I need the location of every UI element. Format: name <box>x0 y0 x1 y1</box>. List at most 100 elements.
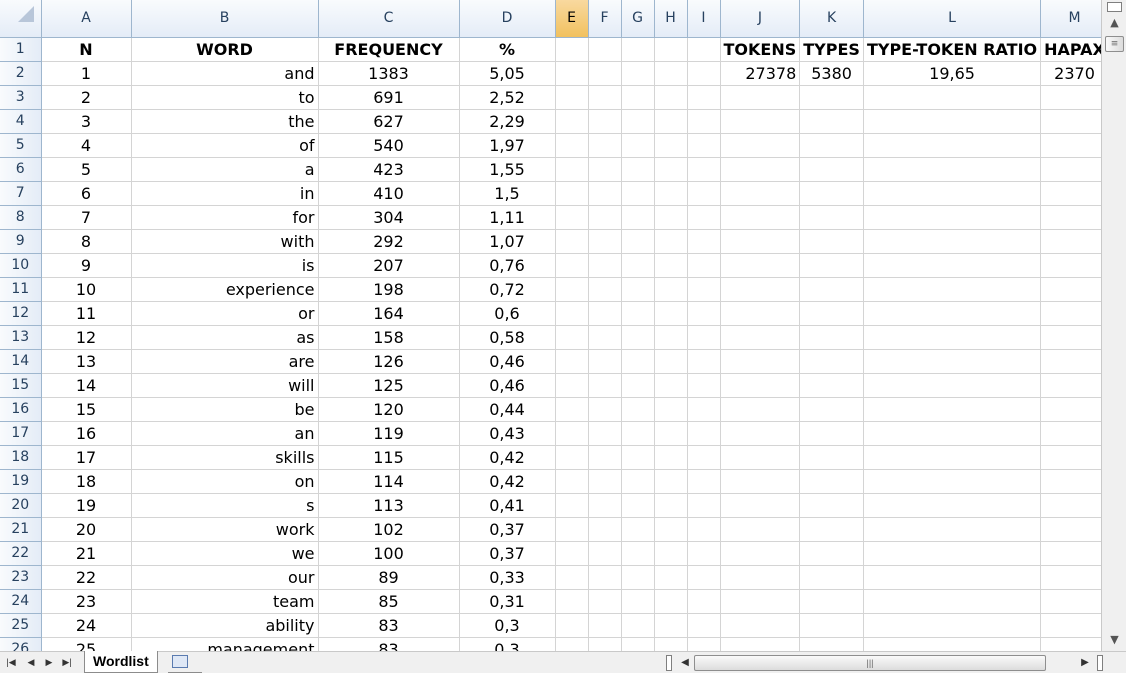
cell-c9[interactable]: 292 <box>318 229 460 254</box>
cell-e6[interactable] <box>555 157 589 182</box>
cell-j4[interactable] <box>720 109 801 134</box>
cell-e18[interactable] <box>555 445 589 470</box>
cell-m13[interactable] <box>1040 325 1109 350</box>
cell-m10[interactable] <box>1040 253 1109 278</box>
cell-k20[interactable] <box>799 493 864 518</box>
cell-l4[interactable] <box>863 109 1042 134</box>
cell-j2[interactable]: 27378 <box>720 61 801 86</box>
cell-j21[interactable] <box>720 517 801 542</box>
cell-l2[interactable]: 19,65 <box>863 61 1042 86</box>
cell-h5[interactable] <box>654 133 688 158</box>
cell-g6[interactable] <box>621 157 655 182</box>
cell-f1[interactable] <box>588 37 622 62</box>
row-header[interactable]: 11 <box>0 277 42 302</box>
cell-c24[interactable]: 85 <box>318 589 460 614</box>
cell-j13[interactable] <box>720 325 801 350</box>
cell-k11[interactable] <box>799 277 864 302</box>
cell-c1[interactable]: FREQUENCY <box>318 37 460 62</box>
cell-g16[interactable] <box>621 397 655 422</box>
cell-d6[interactable]: 1,55 <box>459 157 556 182</box>
cell-a9[interactable]: 8 <box>41 229 132 254</box>
cell-k2[interactable]: 5380 <box>799 61 864 86</box>
cell-d19[interactable]: 0,42 <box>459 469 556 494</box>
cell-l7[interactable] <box>863 181 1042 206</box>
row-header[interactable]: 19 <box>0 469 42 494</box>
cell-m14[interactable] <box>1040 349 1109 374</box>
cell-f25[interactable] <box>588 613 622 638</box>
scroll-down-icon[interactable]: ▼ <box>1104 631 1125 649</box>
cell-m21[interactable] <box>1040 517 1109 542</box>
cell-i8[interactable] <box>687 205 721 230</box>
cell-m4[interactable] <box>1040 109 1109 134</box>
cell-j16[interactable] <box>720 397 801 422</box>
cell-b20[interactable]: s <box>131 493 319 518</box>
cell-b21[interactable]: work <box>131 517 319 542</box>
cell-d11[interactable]: 0,72 <box>459 277 556 302</box>
cell-f22[interactable] <box>588 541 622 566</box>
cell-b3[interactable]: to <box>131 85 319 110</box>
cell-g8[interactable] <box>621 205 655 230</box>
row-header[interactable]: 18 <box>0 445 42 470</box>
cell-f10[interactable] <box>588 253 622 278</box>
cell-m25[interactable] <box>1040 613 1109 638</box>
cell-d8[interactable]: 1,11 <box>459 205 556 230</box>
cell-l20[interactable] <box>863 493 1042 518</box>
row-header[interactable]: 4 <box>0 109 42 134</box>
cell-j3[interactable] <box>720 85 801 110</box>
cell-c20[interactable]: 113 <box>318 493 460 518</box>
cell-b4[interactable]: the <box>131 109 319 134</box>
cell-d15[interactable]: 0,46 <box>459 373 556 398</box>
cell-b19[interactable]: on <box>131 469 319 494</box>
next-sheet-icon[interactable]: ▶ <box>42 654 56 671</box>
cell-g3[interactable] <box>621 85 655 110</box>
sheet-tab-wordlist[interactable]: Wordlist <box>84 651 158 673</box>
cell-a19[interactable]: 18 <box>41 469 132 494</box>
cell-b15[interactable]: will <box>131 373 319 398</box>
cell-c18[interactable]: 115 <box>318 445 460 470</box>
cell-j7[interactable] <box>720 181 801 206</box>
cell-e9[interactable] <box>555 229 589 254</box>
cell-c23[interactable]: 89 <box>318 565 460 590</box>
cell-i6[interactable] <box>687 157 721 182</box>
cell-c12[interactable]: 164 <box>318 301 460 326</box>
prev-sheet-icon[interactable]: ◀ <box>24 654 38 671</box>
row-header[interactable]: 9 <box>0 229 42 254</box>
cell-g1[interactable] <box>621 37 655 62</box>
column-header-f[interactable]: F <box>588 0 622 38</box>
cell-g21[interactable] <box>621 517 655 542</box>
cell-h10[interactable] <box>654 253 688 278</box>
cell-d13[interactable]: 0,58 <box>459 325 556 350</box>
cell-f24[interactable] <box>588 589 622 614</box>
cell-k18[interactable] <box>799 445 864 470</box>
cell-f21[interactable] <box>588 517 622 542</box>
cell-a1[interactable]: N <box>41 37 132 62</box>
cell-l9[interactable] <box>863 229 1042 254</box>
cell-h14[interactable] <box>654 349 688 374</box>
cell-l5[interactable] <box>863 133 1042 158</box>
scroll-right-icon[interactable]: ▶ <box>1078 654 1092 671</box>
cell-i19[interactable] <box>687 469 721 494</box>
cell-c3[interactable]: 691 <box>318 85 460 110</box>
cell-e17[interactable] <box>555 421 589 446</box>
cell-j15[interactable] <box>720 373 801 398</box>
cell-b1[interactable]: WORD <box>131 37 319 62</box>
cell-l18[interactable] <box>863 445 1042 470</box>
cell-c11[interactable]: 198 <box>318 277 460 302</box>
cell-m3[interactable] <box>1040 85 1109 110</box>
cell-d21[interactable]: 0,37 <box>459 517 556 542</box>
cell-m17[interactable] <box>1040 421 1109 446</box>
cell-m20[interactable] <box>1040 493 1109 518</box>
column-header-h[interactable]: H <box>654 0 688 38</box>
cell-c16[interactable]: 120 <box>318 397 460 422</box>
row-header[interactable]: 2 <box>0 61 42 86</box>
cell-b7[interactable]: in <box>131 181 319 206</box>
cell-g18[interactable] <box>621 445 655 470</box>
cell-h2[interactable] <box>654 61 688 86</box>
cell-e25[interactable] <box>555 613 589 638</box>
cell-i9[interactable] <box>687 229 721 254</box>
cell-m19[interactable] <box>1040 469 1109 494</box>
cell-b5[interactable]: of <box>131 133 319 158</box>
cell-j22[interactable] <box>720 541 801 566</box>
cell-l8[interactable] <box>863 205 1042 230</box>
cell-e7[interactable] <box>555 181 589 206</box>
